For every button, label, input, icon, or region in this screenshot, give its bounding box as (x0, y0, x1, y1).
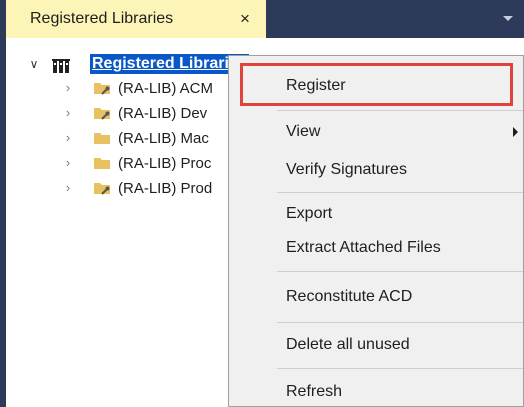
menu-separator (277, 271, 523, 272)
menu-item-view[interactable]: View (229, 117, 524, 147)
menu-item-label: Export (286, 205, 333, 222)
folder-wrench-icon (94, 108, 110, 120)
menu-item-label: Delete all unused (286, 336, 410, 353)
chevron-right-icon[interactable]: › (61, 155, 75, 170)
menu-separator (277, 192, 523, 193)
menu-item-label: Extract Attached Files (286, 239, 441, 256)
chevron-right-icon[interactable]: › (61, 80, 75, 95)
tree-item-label[interactable]: (RA-LIB) Prod (118, 180, 212, 197)
chevron-right-icon[interactable]: › (61, 130, 75, 145)
chevron-right-icon[interactable]: › (61, 105, 75, 120)
menu-item-export[interactable]: Export (229, 199, 524, 229)
menu-item-label: Verify Signatures (286, 161, 407, 178)
menu-separator (277, 110, 523, 111)
menu-separator (277, 368, 523, 369)
tab-registered-libraries[interactable]: Registered Libraries × (6, 0, 266, 38)
tab-title: Registered Libraries (30, 10, 174, 27)
menu-item-reconstitute-acd[interactable]: Reconstitute ACD (229, 282, 524, 312)
menu-item-verify-signatures[interactable]: Verify Signatures (229, 155, 524, 185)
folder-wrench-icon (94, 83, 110, 95)
close-icon[interactable]: × (240, 9, 250, 29)
tree-root-label[interactable]: Registered Libraries (90, 54, 249, 74)
register-highlight-box (240, 63, 513, 106)
tree-item-label[interactable]: (RA-LIB) Mac (118, 130, 209, 147)
chevron-down-icon[interactable] (503, 16, 513, 21)
tree-item-label[interactable]: (RA-LIB) ACM (118, 80, 213, 97)
folder-icon (94, 133, 110, 144)
chevron-expanded-icon[interactable]: ∨ (27, 57, 41, 71)
submenu-arrow-icon (513, 127, 518, 137)
library-icon (52, 59, 70, 73)
menu-item-extract-attached-files[interactable]: Extract Attached Files (229, 233, 524, 263)
menu-separator (277, 322, 523, 323)
chevron-right-icon[interactable]: › (61, 180, 75, 195)
folder-icon (94, 158, 110, 169)
menu-item-label: View (286, 123, 321, 140)
tree-item-label[interactable]: (RA-LIB) Dev (118, 105, 207, 122)
tree-item-label[interactable]: (RA-LIB) Proc (118, 155, 211, 172)
menu-item-refresh[interactable]: Refresh (229, 377, 524, 407)
folder-wrench-icon (94, 183, 110, 195)
menu-item-label: Reconstitute ACD (286, 288, 413, 305)
menu-item-label: Refresh (286, 383, 343, 400)
menu-item-delete-all-unused[interactable]: Delete all unused (229, 330, 524, 360)
context-menu: Register View Verify Signatures Export E… (228, 55, 524, 407)
